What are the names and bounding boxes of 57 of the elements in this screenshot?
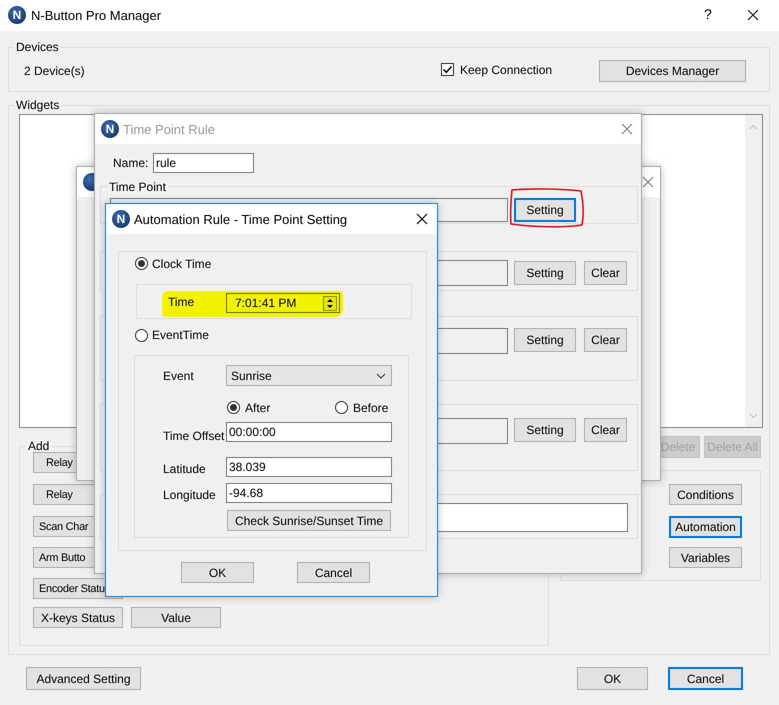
clear-button[interactable]: Clear — [584, 261, 627, 285]
radio-button[interactable] — [135, 257, 148, 270]
setting-button[interactable]: Setting — [514, 418, 576, 442]
close-icon[interactable] — [416, 213, 428, 225]
name-label: Name: — [113, 156, 148, 170]
widget-type-button[interactable]: Value — [131, 607, 221, 628]
radio-label: EventTime — [152, 328, 209, 342]
radio-label: Before — [353, 401, 388, 415]
advanced-setting-button[interactable]: Advanced Setting — [26, 667, 141, 690]
time-label: Time — [168, 295, 194, 309]
ok-button[interactable]: OK — [577, 667, 648, 690]
input-field[interactable]: 38.039 — [226, 457, 392, 477]
input-field[interactable]: 00:00:00 — [226, 422, 392, 442]
widget-type-button[interactable]: X-keys Status — [33, 607, 123, 628]
checkbox[interactable] — [441, 63, 454, 76]
radio-button[interactable] — [135, 329, 148, 342]
cancel-button[interactable]: Cancel — [297, 562, 370, 583]
group-title: Widgets — [14, 98, 62, 112]
rule-type-button[interactable]: Automation — [669, 516, 742, 538]
window-title: Automation Rule - Time Point Setting — [134, 212, 348, 227]
event-label: Event — [163, 369, 194, 383]
clear-button[interactable]: Clear — [584, 418, 627, 442]
group-title: Time Point — [107, 180, 168, 194]
window-title: Time Point Rule — [123, 122, 215, 137]
event-dropdown[interactable]: Sunrise — [226, 365, 392, 386]
radio-label: Clock Time — [152, 257, 212, 271]
help-button[interactable]: ? — [704, 6, 712, 22]
checkbox-label: Keep Connection — [460, 63, 552, 77]
field-label: Time Offset — [163, 429, 224, 443]
cancel-button[interactable]: Cancel — [668, 667, 743, 690]
time-field[interactable]: 7:01:41 PM — [226, 293, 340, 313]
input-field[interactable]: -94.68 — [226, 483, 392, 503]
name-field[interactable]: rule — [153, 153, 254, 173]
device-count: 2 Device(s) — [24, 64, 85, 78]
devices-manager-button[interactable]: Devices Manager — [599, 60, 746, 82]
setting-button[interactable]: Setting — [514, 328, 576, 352]
setting-button[interactable]: Setting — [514, 198, 576, 222]
logo-icon: N — [112, 210, 130, 228]
setting-button[interactable]: Setting — [514, 261, 576, 285]
check-time-button[interactable]: Check Sunrise/Sunset Time — [227, 510, 391, 531]
group-title: Devices — [14, 40, 61, 54]
field-label: Longitude — [163, 488, 216, 502]
window-title: N-Button Pro Manager — [31, 8, 162, 23]
clear-button[interactable]: Clear — [584, 328, 627, 352]
rule-type-button[interactable]: Variables — [669, 547, 742, 568]
field-label: Latitude — [163, 462, 206, 476]
radio-button[interactable] — [335, 401, 348, 414]
radio-button[interactable] — [227, 401, 240, 414]
group-title: Add — [26, 439, 52, 453]
close-icon[interactable] — [747, 9, 759, 21]
logo-icon: N — [101, 120, 119, 138]
logo-icon: N — [8, 6, 26, 24]
rule-type-button[interactable]: Conditions — [669, 484, 742, 505]
spin-button[interactable] — [323, 296, 337, 311]
radio-label: After — [245, 401, 270, 415]
ok-button[interactable]: OK — [181, 562, 254, 583]
chevron-down-icon — [376, 372, 386, 378]
